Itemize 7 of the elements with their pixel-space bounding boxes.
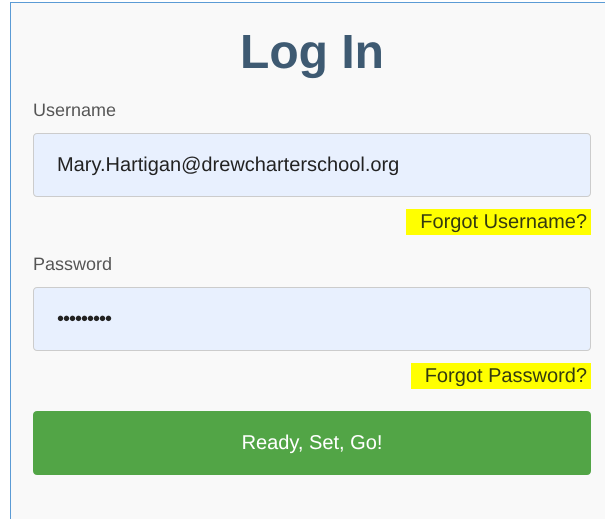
field-label: Username [33,99,116,121]
username-field[interactable]: Mary.Hartigan@drewcharterschool.org [33,133,591,197]
field-label: Password [33,253,112,275]
page-title: Log In [239,25,385,81]
password-field[interactable]: ••••••••• [33,287,591,351]
forgot-link[interactable]: Forgot Username? [406,209,591,235]
forgot-link[interactable]: Forgot Password? [410,363,591,389]
